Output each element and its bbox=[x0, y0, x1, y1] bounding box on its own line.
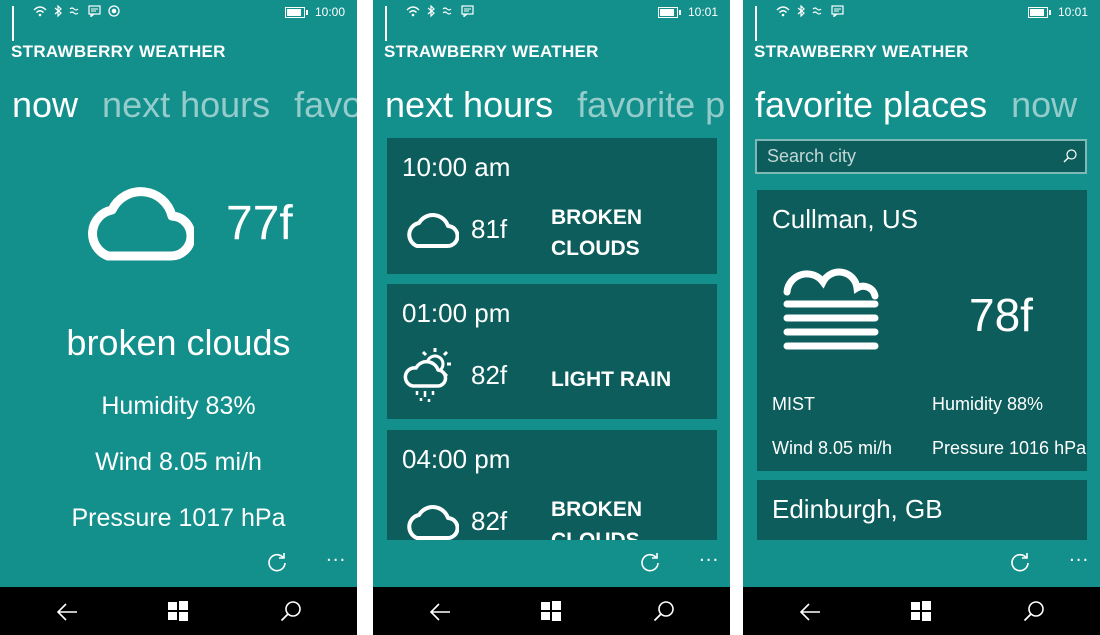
current-temperature: 77f bbox=[226, 197, 293, 250]
back-arrow-icon[interactable] bbox=[799, 601, 821, 623]
tab-next-hours[interactable]: next hours bbox=[385, 84, 553, 125]
hour-time: 04:00 pm bbox=[402, 444, 511, 474]
pressure-label: Pressure 1017 hPa bbox=[71, 504, 286, 532]
hour-temperature: 82f bbox=[471, 506, 508, 536]
pivot-header: next hours favorite p bbox=[385, 84, 730, 126]
battery-icon bbox=[657, 6, 681, 18]
status-time: 10:01 bbox=[687, 5, 718, 19]
place-pressure: Pressure 1016 hPa bbox=[932, 438, 1087, 458]
back-arrow-icon[interactable] bbox=[429, 601, 451, 623]
navigation-bar bbox=[743, 587, 1100, 635]
place-condition: MIST bbox=[772, 394, 815, 414]
more-button[interactable]: ··· bbox=[699, 550, 719, 571]
hour-time: 10:00 am bbox=[402, 152, 511, 182]
battery-icon bbox=[284, 6, 308, 18]
hour-card[interactable]: 01:00 pm 82f LIGHT RAIN bbox=[387, 284, 717, 419]
bluetooth-icon bbox=[54, 4, 62, 20]
windows-icon[interactable] bbox=[541, 601, 561, 621]
mist-icon bbox=[783, 268, 879, 350]
status-bar: 10:00 bbox=[0, 0, 357, 41]
cloud-icon bbox=[407, 505, 459, 540]
humidity-label: Humidity 83% bbox=[101, 392, 256, 420]
windows-icon[interactable] bbox=[168, 601, 188, 621]
hour-temperature: 82f bbox=[471, 360, 508, 390]
app-bar: ··· bbox=[373, 548, 730, 586]
signal-icon bbox=[755, 6, 769, 41]
search-city-input[interactable] bbox=[757, 141, 1057, 172]
vibrate-icon bbox=[69, 5, 81, 20]
hour-description: LIGHT RAIN bbox=[551, 368, 672, 391]
place-card[interactable]: Cullman, US 78f MIST Humidity 88% Wind 8… bbox=[757, 190, 1087, 471]
more-button[interactable]: ··· bbox=[326, 550, 346, 571]
current-description: broken clouds bbox=[66, 322, 291, 363]
search-icon[interactable] bbox=[280, 600, 302, 622]
record-icon bbox=[108, 4, 120, 20]
tab-now[interactable]: now bbox=[1011, 84, 1077, 125]
tab-next-hours[interactable]: next hours bbox=[102, 84, 270, 125]
app-bar: ··· bbox=[743, 548, 1100, 586]
signal-icon bbox=[12, 6, 26, 41]
status-time: 10:01 bbox=[1057, 5, 1088, 19]
tab-favorite-places[interactable]: favorite p bbox=[577, 84, 725, 125]
hour-card[interactable]: 04:00 pm 82f BROKEN CLOUDS bbox=[387, 430, 717, 540]
more-button[interactable]: ··· bbox=[1069, 550, 1089, 571]
refresh-icon[interactable] bbox=[1009, 552, 1031, 574]
favorite-places-list: Cullman, US 78f MIST Humidity 88% Wind 8… bbox=[743, 190, 1100, 540]
navigation-bar bbox=[0, 587, 357, 635]
cloud-icon bbox=[407, 213, 459, 248]
wifi-icon bbox=[33, 5, 47, 20]
app-title: STRAWBERRY WEATHER bbox=[754, 42, 969, 61]
place-temperature: 78f bbox=[969, 289, 1033, 341]
place-name: Edinburgh, GB bbox=[772, 494, 943, 524]
wifi-icon bbox=[406, 5, 420, 20]
phone-screen-now: 10:00 STRAWBERRY WEATHER now next hours fa… bbox=[0, 0, 357, 635]
back-arrow-icon[interactable] bbox=[56, 601, 78, 623]
hour-card[interactable]: 10:00 am 81f BROKEN CLOUDS bbox=[387, 138, 717, 274]
phone-screen-favorite-places: 10:01 STRAWBERRY WEATHER favorite places… bbox=[743, 0, 1100, 635]
place-wind: Wind 8.05 mi/h bbox=[772, 438, 893, 458]
sun-rain-icon bbox=[403, 348, 451, 402]
status-time: 10:00 bbox=[314, 5, 345, 19]
app-title: STRAWBERRY WEATHER bbox=[11, 42, 226, 61]
tab-favorite-places[interactable]: favorite places bbox=[755, 84, 987, 125]
place-humidity: Humidity 88% bbox=[932, 394, 1044, 414]
vibrate-icon bbox=[812, 5, 824, 20]
place-name: Cullman, US bbox=[772, 204, 918, 234]
hour-temperature: 81f bbox=[471, 214, 508, 244]
tab-now[interactable]: now bbox=[12, 84, 78, 125]
status-bar: 10:01 bbox=[743, 0, 1100, 41]
navigation-bar bbox=[373, 587, 730, 635]
vibrate-icon bbox=[442, 5, 454, 20]
search-box bbox=[755, 139, 1087, 174]
app-title: STRAWBERRY WEATHER bbox=[384, 42, 599, 61]
signal-icon bbox=[385, 6, 399, 41]
bluetooth-icon bbox=[797, 4, 805, 20]
hourly-list: 10:00 am 81f BROKEN CLOUDS 01:00 pm 82f … bbox=[373, 138, 730, 540]
hour-description: BROKEN CLOUDS bbox=[551, 498, 643, 540]
message-icon bbox=[831, 4, 844, 20]
message-icon bbox=[461, 4, 474, 20]
place-card[interactable]: Edinburgh, GB bbox=[757, 480, 1087, 540]
wind-label: Wind 8.05 mi/h bbox=[95, 448, 262, 476]
pivot-header: favorite places now bbox=[755, 84, 1100, 126]
tab-favorite-places[interactable]: favo bbox=[294, 84, 357, 125]
refresh-icon[interactable] bbox=[266, 552, 288, 574]
hour-description: BROKEN CLOUDS bbox=[551, 206, 643, 260]
search-icon[interactable] bbox=[1063, 149, 1077, 163]
pivot-header: now next hours favo bbox=[12, 84, 357, 126]
cloud-icon bbox=[88, 187, 194, 261]
phone-screen-next-hours: 10:01 STRAWBERRY WEATHER next hours favor… bbox=[373, 0, 730, 635]
status-bar: 10:01 bbox=[373, 0, 730, 41]
hour-time: 01:00 pm bbox=[402, 298, 511, 328]
search-icon[interactable] bbox=[1023, 600, 1045, 622]
wifi-icon bbox=[776, 5, 790, 20]
app-bar: ··· bbox=[0, 548, 357, 586]
search-icon[interactable] bbox=[653, 600, 675, 622]
windows-icon[interactable] bbox=[911, 601, 931, 621]
message-icon bbox=[88, 4, 101, 20]
battery-icon bbox=[1027, 6, 1051, 18]
refresh-icon[interactable] bbox=[639, 552, 661, 574]
bluetooth-icon bbox=[427, 4, 435, 20]
